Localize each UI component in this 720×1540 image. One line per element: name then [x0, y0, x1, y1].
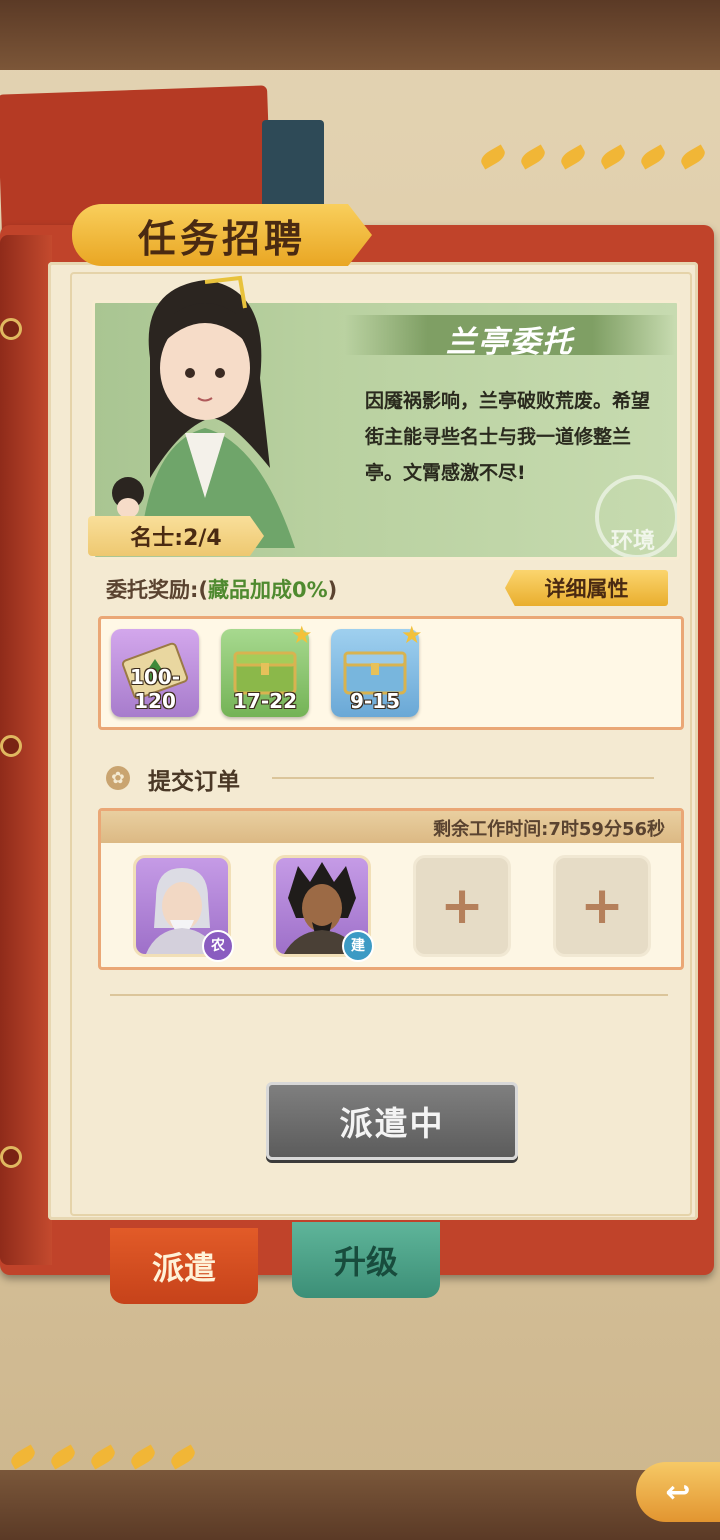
reward-item-green-chest[interactable]: ★ 17-22: [221, 623, 313, 717]
add-icon: +: [440, 876, 484, 936]
book-ring: [0, 735, 22, 757]
empty-worker-slot[interactable]: +: [413, 855, 511, 957]
detail-attributes-button[interactable]: 详细属性: [505, 570, 668, 606]
order-header: 剩余工作时间:7时59分56秒: [101, 811, 681, 843]
character-portrait: [112, 275, 295, 548]
reward-count: 9-15: [349, 689, 401, 713]
book-ring: [0, 318, 22, 340]
reward-label-suffix: ): [327, 578, 338, 602]
section-divider: [272, 777, 654, 779]
empty-worker-slot[interactable]: +: [553, 855, 651, 957]
reward-item-scroll[interactable]: 100-120: [111, 629, 199, 717]
commission-title: 兰亭委托: [446, 325, 574, 360]
star-icon: ★: [401, 621, 423, 649]
reward-count: 100-120: [129, 665, 181, 713]
worker-slot-farmer[interactable]: 农: [133, 855, 234, 962]
reward-label-prefix: 委托奖励:(: [106, 578, 208, 602]
title-banner: 任务招聘: [72, 204, 372, 266]
role-tag-builder: 建: [342, 930, 374, 962]
dispatching-button[interactable]: 派遣中: [266, 1082, 518, 1160]
reward-box: 100-120 ★ 17-22 ★ 9-15: [98, 616, 684, 730]
tab-upgrade[interactable]: 升级: [292, 1222, 440, 1298]
role-tag-farmer: 农: [202, 930, 234, 962]
page-title: 任务招聘: [137, 216, 306, 261]
order-box: 剩余工作时间:7时59分56秒 农 建 + +: [98, 808, 684, 970]
back-button[interactable]: ↩: [636, 1462, 720, 1522]
top-border: [0, 0, 720, 70]
bottom-border: [0, 1470, 720, 1540]
worker-slot-builder[interactable]: 建: [273, 855, 374, 962]
mingshi-count-badge: 名士:2/4: [88, 516, 264, 556]
submit-order-title: 提交订单: [148, 769, 240, 795]
reward-item-blue-chest[interactable]: ★ 9-15: [331, 623, 423, 717]
remaining-work-time: 剩余工作时间:7时59分56秒: [433, 819, 665, 840]
tab-dispatch[interactable]: 派遣: [110, 1228, 258, 1304]
reward-label: 委托奖励:(藏品加成0%): [106, 574, 337, 604]
add-icon: +: [580, 876, 624, 936]
commission-description: 因魇祸影响，兰亭破败荒废。希望街主能寻些名士与我一道修整兰亭。文霄感激不尽!: [365, 390, 651, 484]
book-ring: [0, 1146, 22, 1168]
star-icon: ★: [291, 621, 313, 649]
back-arrow-icon: ↩: [665, 1474, 691, 1510]
reward-count: 17-22: [233, 689, 297, 713]
flower-icon: ✿: [106, 766, 130, 790]
environment-label: 环境: [611, 529, 656, 554]
page-divider: [110, 994, 668, 996]
collection-bonus: 藏品加成0%: [208, 578, 328, 602]
